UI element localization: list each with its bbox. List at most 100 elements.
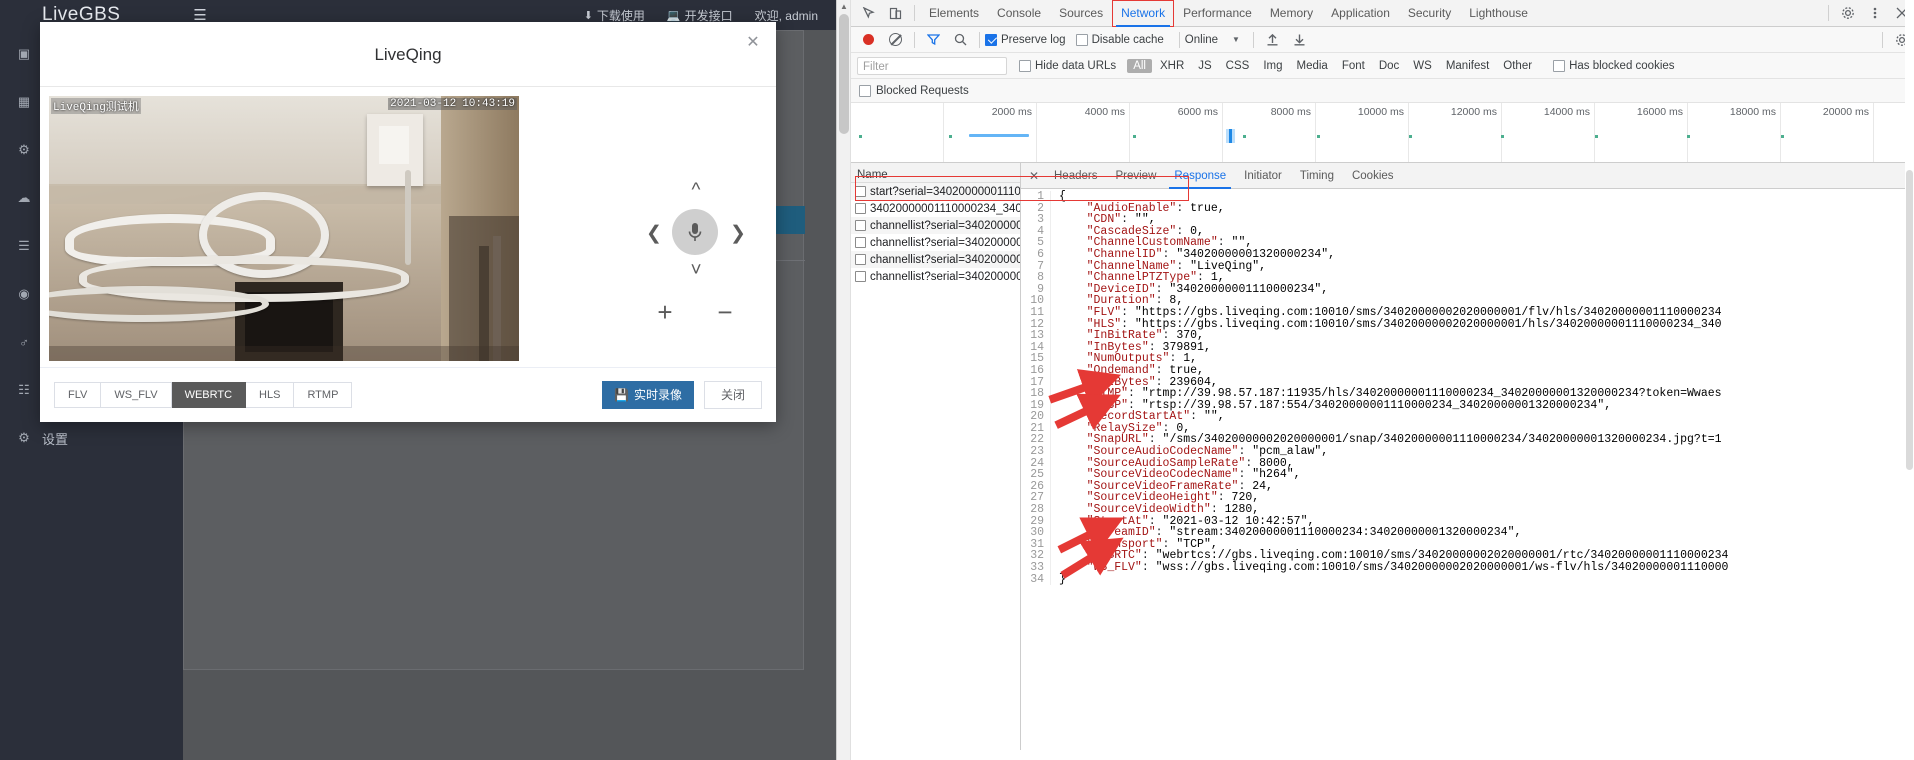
zoom-out-button[interactable]: − <box>710 297 740 327</box>
filter-type-ws[interactable]: WS <box>1407 59 1438 73</box>
response-scrollbar-thumb[interactable] <box>1906 170 1913 470</box>
record-icon[interactable] <box>855 26 882 53</box>
chevron-left-icon[interactable]: ❮ <box>640 217 668 249</box>
close-detail-icon[interactable]: ✕ <box>1023 163 1045 189</box>
request-row-5[interactable]: channellist?serial=340200000... <box>851 268 1020 285</box>
record-button[interactable]: 💾 实时录像 <box>602 380 694 409</box>
chevron-up-icon[interactable]: ^ <box>678 177 714 205</box>
chevron-right-icon[interactable]: ❯ <box>724 217 752 249</box>
request-row-3[interactable]: channellist?serial=340200000... <box>851 234 1020 251</box>
tab-sources[interactable]: Sources <box>1050 0 1112 27</box>
detail-tab-headers[interactable]: Headers <box>1045 163 1106 189</box>
gear-icon[interactable] <box>1834 0 1861 27</box>
video-osd-time: 10:43:19 <box>462 98 515 110</box>
request-row-checkbox[interactable] <box>855 254 866 265</box>
filter-type-img[interactable]: Img <box>1257 59 1288 73</box>
blocked-requests-row[interactable]: Blocked Requests <box>851 79 1914 103</box>
hide-data-urls-checkbox[interactable]: Hide data URLs <box>1019 59 1116 72</box>
chevron-down-icon: ▼ <box>1232 35 1240 44</box>
header-link-api[interactable]: 💻 开发接口 <box>667 7 733 24</box>
filter-type-manifest[interactable]: Manifest <box>1440 59 1495 73</box>
has-blocked-cookies-checkbox[interactable]: Has blocked cookies <box>1553 59 1675 72</box>
timeline-highlight-block <box>1226 129 1235 143</box>
zoom-in-button[interactable]: + <box>650 297 680 327</box>
video-player[interactable]: LiveQing测试机 2021-03-12 10:43:19 <box>49 96 519 361</box>
request-row-checkbox[interactable] <box>855 220 866 231</box>
line-number: 7 <box>1021 260 1051 273</box>
tab-console[interactable]: Console <box>988 0 1050 27</box>
response-code: 1{2 "AudioEnable": true, 3 "CDN": "", 4 "C… <box>1021 189 1914 586</box>
throttling-select[interactable]: Online ▼ <box>1185 34 1240 46</box>
line-number: 5 <box>1021 237 1051 249</box>
filter-icon[interactable] <box>920 26 947 53</box>
blocked-requests-checkbox-box <box>859 84 871 97</box>
microphone-icon[interactable] <box>672 209 718 255</box>
request-row-0[interactable]: start?serial=34020000001110... <box>851 183 1020 200</box>
timeline-tick-5: 12000 ms <box>1450 106 1497 118</box>
detail-tab-cookies[interactable]: Cookies <box>1343 163 1403 189</box>
download-icon[interactable] <box>1286 26 1313 53</box>
format-button-webrtc[interactable]: WEBRTC <box>171 381 247 408</box>
video-osd-channel: LiveQing测试机 <box>51 98 141 114</box>
timeline-tick-3: 8000 ms <box>1270 106 1311 118</box>
response-scrollbar[interactable] <box>1905 0 1914 760</box>
request-row-4[interactable]: channellist?serial=340200000... <box>851 251 1020 268</box>
detail-tab-preview[interactable]: Preview <box>1106 163 1165 189</box>
filter-input[interactable]: Filter <box>857 56 1007 75</box>
request-row-checkbox[interactable] <box>855 203 866 214</box>
filter-type-doc[interactable]: Doc <box>1373 59 1405 73</box>
line-content: { <box>1059 190 1066 203</box>
network-timeline-overview[interactable]: 2000 ms 4000 ms 6000 ms 8000 ms 10000 ms… <box>851 103 1914 163</box>
network-toolbar: Preserve log Disable cache Online ▼ <box>851 27 1914 53</box>
request-row-2[interactable]: channellist?serial=340200000... <box>851 217 1020 234</box>
request-row-checkbox[interactable] <box>855 271 866 282</box>
disable-cache-checkbox[interactable]: Disable cache <box>1075 33 1164 46</box>
request-row-checkbox[interactable] <box>855 237 866 248</box>
kebab-menu-icon[interactable] <box>1861 0 1888 27</box>
upload-icon[interactable] <box>1259 26 1286 53</box>
chart-icon: ☰ <box>18 238 30 253</box>
request-row-checkbox[interactable] <box>855 186 866 197</box>
format-button-ws-flv[interactable]: WS_FLV <box>101 381 172 408</box>
tab-lighthouse[interactable]: Lighthouse <box>1460 0 1537 27</box>
close-button[interactable]: 关闭 <box>703 380 762 409</box>
filter-type-font[interactable]: Font <box>1336 59 1371 73</box>
tab-performance[interactable]: Performance <box>1174 0 1261 27</box>
tab-network[interactable]: Network <box>1112 0 1175 27</box>
format-button-hls[interactable]: HLS <box>246 381 295 408</box>
preserve-log-checkbox[interactable]: Preserve log <box>985 33 1066 46</box>
search-icon[interactable] <box>947 26 974 53</box>
chevron-down-icon[interactable]: ˅ <box>678 257 714 285</box>
scrollbar-thumb[interactable] <box>839 14 849 134</box>
filter-type-all[interactable]: All <box>1127 58 1152 73</box>
close-icon[interactable]: ✕ <box>742 32 764 54</box>
format-button-rtmp[interactable]: RTMP <box>294 381 353 408</box>
timeline-event-marker <box>1501 135 1504 138</box>
tab-security[interactable]: Security <box>1399 0 1460 27</box>
detail-tab-response[interactable]: Response <box>1165 163 1235 189</box>
header-link-download[interactable]: ⬇ 下载使用 <box>584 7 645 24</box>
response-body-viewer[interactable]: 1{2 "AudioEnable": true, 3 "CDN": "", 4 "C… <box>1021 189 1914 750</box>
inspect-icon[interactable] <box>855 0 882 27</box>
scroll-up-icon[interactable]: ▲ <box>840 2 848 11</box>
tab-memory[interactable]: Memory <box>1261 0 1322 27</box>
filter-type-other[interactable]: Other <box>1497 59 1538 73</box>
filter-type-xhr[interactable]: XHR <box>1154 59 1190 73</box>
timeline-event-marker <box>859 135 862 138</box>
line-number: 3 <box>1021 214 1051 226</box>
format-button-flv[interactable]: FLV <box>54 381 102 408</box>
modal-header: LiveQing ✕ <box>40 22 776 87</box>
device-toolbar-icon[interactable] <box>882 0 909 27</box>
tab-application[interactable]: Application <box>1322 0 1399 27</box>
clear-icon[interactable] <box>882 26 909 53</box>
filter-type-media[interactable]: Media <box>1291 59 1334 73</box>
request-row-1[interactable]: 34020000001110000234_3402... <box>851 200 1020 217</box>
filter-type-css[interactable]: CSS <box>1220 59 1256 73</box>
detail-tab-initiator[interactable]: Initiator <box>1235 163 1291 189</box>
tab-elements[interactable]: Elements <box>920 0 988 27</box>
header-user[interactable]: 欢迎, admin <box>755 7 818 24</box>
page-scrollbar[interactable]: ▲ <box>837 0 851 760</box>
filter-type-js[interactable]: JS <box>1192 59 1217 73</box>
detail-tab-timing[interactable]: Timing <box>1291 163 1343 189</box>
line-number: 33 <box>1021 562 1051 574</box>
